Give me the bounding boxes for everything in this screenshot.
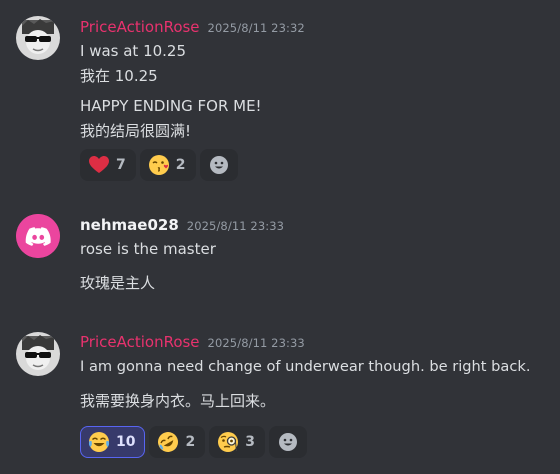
message-text: I am gonna need change of underwear thou… xyxy=(80,358,531,375)
message-header: PriceActionRose 2025/8/11 23:33 xyxy=(80,333,305,353)
message-text: rose is the master xyxy=(80,240,216,258)
reaction-count: 2 xyxy=(185,434,196,450)
reaction-kissing-heart[interactable]: 2 xyxy=(139,149,196,181)
message-text: 我的结局很圆满! xyxy=(80,122,192,140)
author-name[interactable]: nehmae028 xyxy=(80,216,179,234)
message-text: I was at 10.25 xyxy=(80,42,187,60)
message-text: 我需要换身内衣。马上回来。 xyxy=(80,392,276,410)
reaction-joy[interactable]: 10 xyxy=(80,426,146,458)
reaction-heart[interactable]: 7 xyxy=(80,149,136,181)
reaction-rofl[interactable]: 2 xyxy=(149,426,206,458)
reaction-count: 3 xyxy=(245,434,255,450)
message-text: 我在 10.25 xyxy=(80,67,158,85)
timestamp: 2025/8/11 23:33 xyxy=(186,219,285,233)
avatar[interactable] xyxy=(16,16,60,60)
joy-emoji-icon xyxy=(88,432,110,452)
message-header: nehmae028 2025/8/11 23:33 xyxy=(80,216,284,236)
message-text: HAPPY ENDING FOR ME! xyxy=(80,97,262,115)
reactions-bar: 7 2 xyxy=(80,149,238,181)
avatar[interactable] xyxy=(16,332,60,376)
reactions-bar: 10 2 3 xyxy=(80,426,307,458)
reaction-count: 7 xyxy=(116,157,126,173)
reaction-count: 10 xyxy=(116,434,136,450)
reaction-monocle-face[interactable]: 3 xyxy=(209,426,265,458)
kissing-heart-emoji-icon xyxy=(148,155,169,175)
author-name[interactable]: PriceActionRose xyxy=(80,18,200,36)
avatar[interactable] xyxy=(16,214,60,258)
rofl-emoji-icon xyxy=(158,432,179,452)
add-reaction-icon xyxy=(209,156,228,174)
monocle-face-emoji-icon xyxy=(218,432,239,452)
discord-logo-icon xyxy=(16,214,60,258)
add-reaction-button[interactable] xyxy=(268,426,307,458)
add-reaction-button[interactable] xyxy=(199,149,238,181)
timestamp: 2025/8/11 23:33 xyxy=(207,336,305,350)
reaction-count: 2 xyxy=(175,157,186,173)
timestamp: 2025/8/11 23:32 xyxy=(207,21,305,35)
message-text: 玫瑰是主人 xyxy=(80,274,156,292)
heart-emoji-icon xyxy=(89,156,109,173)
add-reaction-icon xyxy=(278,433,297,451)
message-header: PriceActionRose 2025/8/11 23:32 xyxy=(80,18,305,38)
author-name[interactable]: PriceActionRose xyxy=(80,333,200,351)
